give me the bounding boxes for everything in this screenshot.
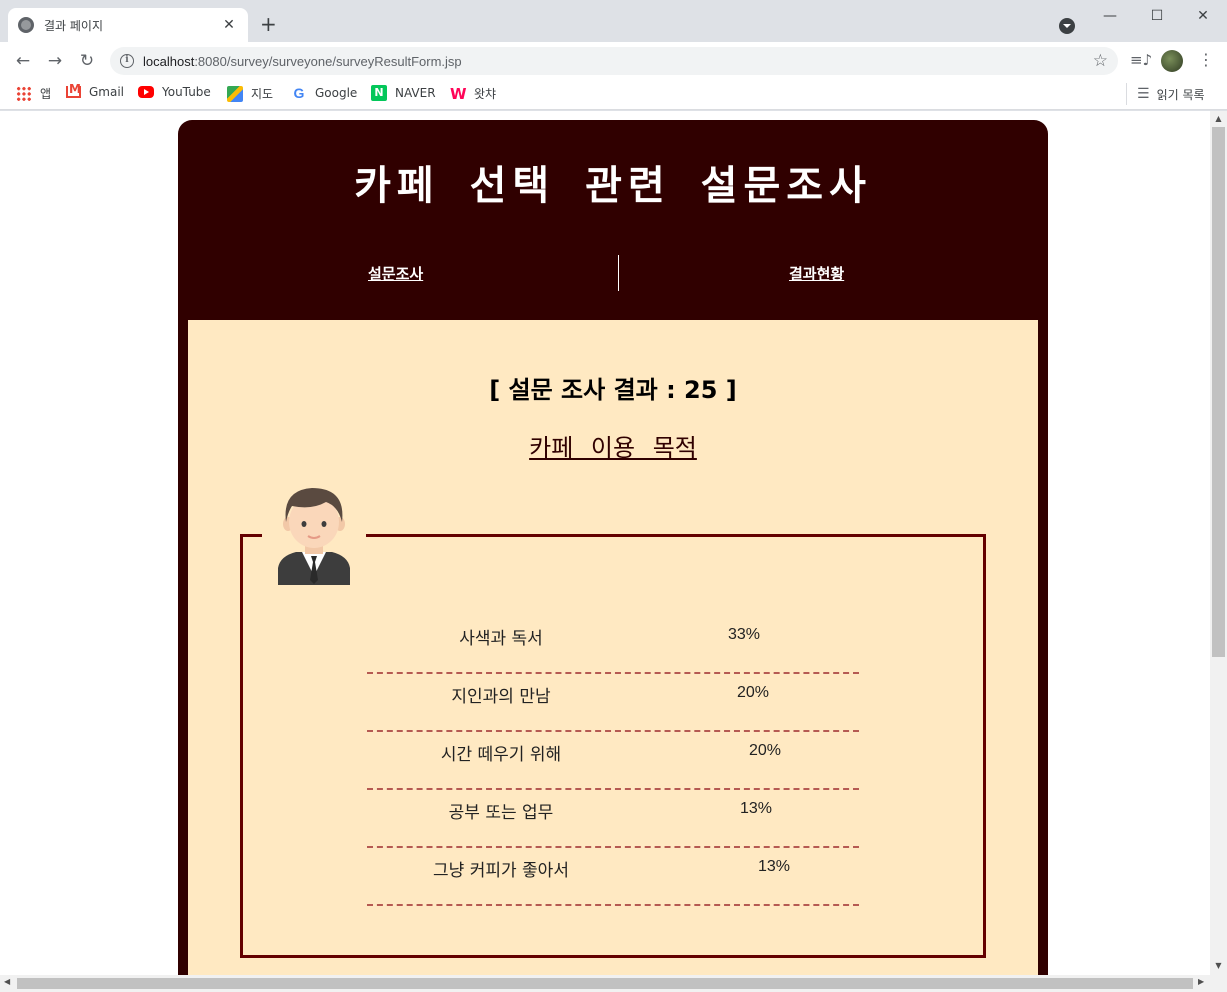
- reading-list-icon: ☰: [1137, 86, 1150, 102]
- list-item: 그냥 커피가 좋아서 13%: [367, 848, 859, 906]
- result-percent: 33%: [728, 626, 761, 643]
- result-percent: 13%: [740, 800, 773, 817]
- reload-icon[interactable]: ↻: [77, 51, 97, 71]
- apps-icon: [16, 85, 32, 102]
- bookmark-apps[interactable]: 앱: [16, 85, 51, 102]
- result-percent: 20%: [737, 684, 770, 701]
- reading-list[interactable]: ☰ 읽기 목록: [1126, 83, 1205, 105]
- result-label: 시간 떼우기 위해: [440, 745, 562, 765]
- list-item: 공부 또는 업무 13%: [367, 790, 859, 848]
- tab-strip: 결과 페이지 ✕ + — ☐ ✕: [0, 0, 1227, 42]
- result-label: 그냥 커피가 좋아서: [433, 861, 569, 881]
- survey-page: 카페 선택 관련 설문조사 설문조사 결과현황 [ 설문 조사 결과 : 25 …: [178, 120, 1048, 975]
- list-item: 사색과 독서 33%: [367, 616, 859, 674]
- vertical-scroll-thumb[interactable]: [1212, 127, 1225, 657]
- maximize-button[interactable]: ☐: [1134, 4, 1180, 28]
- horizontal-scrollbar[interactable]: ◀ ▶: [0, 975, 1227, 992]
- vertical-scrollbar[interactable]: ▲ ▼: [1210, 111, 1227, 975]
- result-percent: 13%: [758, 858, 791, 875]
- bookmark-google[interactable]: G Google: [291, 85, 358, 101]
- horizontal-scroll-thumb[interactable]: [17, 978, 1193, 989]
- result-list: 사색과 독서 33% 지인과의 만남 20% 시간 떼우기 위해 20% 공부 …: [367, 616, 859, 906]
- media-icon[interactable]: ≡♪: [1130, 51, 1152, 69]
- result-label: 사색과 독서: [459, 629, 543, 649]
- gmail-icon: [66, 82, 81, 98]
- page-nav: 설문조사 결과현황: [178, 255, 1048, 291]
- bookmark-youtube[interactable]: YouTube: [138, 85, 211, 99]
- browser-tab[interactable]: 결과 페이지 ✕: [8, 8, 248, 42]
- page-title: 카페 선택 관련 설문조사: [354, 162, 872, 209]
- scroll-down-icon[interactable]: ▼: [1210, 961, 1227, 970]
- close-tab-icon[interactable]: ✕: [220, 17, 238, 33]
- scroll-up-icon[interactable]: ▲: [1210, 114, 1227, 123]
- list-item: 지인과의 만남 20%: [367, 674, 859, 732]
- result-label: 공부 또는 업무: [448, 803, 554, 823]
- bookmark-watcha[interactable]: W 왓챠: [450, 85, 496, 102]
- scroll-right-icon[interactable]: ▶: [1198, 977, 1204, 986]
- tab-search-icon[interactable]: [1059, 18, 1075, 34]
- result-percent: 20%: [749, 742, 782, 759]
- page-viewport: 카페 선택 관련 설문조사 설문조사 결과현황 [ 설문 조사 결과 : 25 …: [0, 111, 1210, 975]
- window-close-button[interactable]: ✕: [1180, 4, 1226, 28]
- naver-icon: N: [371, 85, 387, 101]
- address-bar[interactable]: i localhost:8080/survey/surveyone/survey…: [110, 47, 1118, 75]
- browser-toolbar: ← → ↻ i localhost:8080/survey/surveyone/…: [0, 42, 1227, 80]
- result-label: 지인과의 만남: [451, 687, 551, 707]
- new-tab-button[interactable]: +: [260, 14, 277, 34]
- forward-icon[interactable]: →: [45, 51, 65, 71]
- person-avatar-icon: [262, 480, 366, 585]
- nav-link-results[interactable]: 결과현황: [789, 263, 844, 284]
- watcha-icon: W: [450, 84, 467, 103]
- tab-title: 결과 페이지: [44, 18, 104, 33]
- youtube-icon: [138, 86, 154, 98]
- scroll-left-icon[interactable]: ◀: [4, 977, 10, 986]
- bookmark-gmail[interactable]: Gmail: [66, 82, 124, 99]
- back-icon[interactable]: ←: [13, 51, 33, 71]
- list-item: 시간 떼우기 위해 20%: [367, 732, 859, 790]
- minimize-button[interactable]: —: [1087, 4, 1133, 28]
- info-icon[interactable]: i: [120, 54, 134, 68]
- menu-icon[interactable]: ⋮: [1198, 50, 1214, 69]
- result-content: [ 설문 조사 결과 : 25 ] 카페 이용 목적 사색과 독서 33% 지인…: [188, 320, 1038, 975]
- globe-icon: [18, 17, 34, 33]
- maps-icon: [227, 85, 243, 102]
- google-icon: G: [293, 85, 305, 101]
- bookmark-naver[interactable]: N NAVER: [371, 85, 436, 101]
- result-title: [ 설문 조사 결과 : 25 ]: [489, 376, 737, 404]
- bookmarks-bar: 앱 Gmail YouTube 지도 GGoogle NNAVER W왓챠 ☰읽…: [0, 80, 1227, 110]
- profile-avatar[interactable]: [1161, 50, 1183, 72]
- url-text: localhost:8080/survey/surveyone/surveyRe…: [143, 53, 462, 69]
- nav-divider: [618, 255, 619, 291]
- nav-link-survey[interactable]: 설문조사: [368, 263, 423, 284]
- bookmark-maps[interactable]: 지도: [227, 85, 273, 102]
- star-icon[interactable]: ☆: [1093, 51, 1108, 71]
- question-title: 카페 이용 목적: [529, 434, 697, 462]
